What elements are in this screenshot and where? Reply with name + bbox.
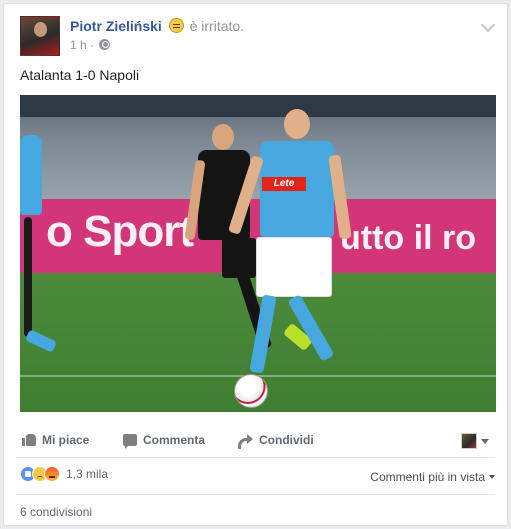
action-bar: Mi piace Commenta Condividi	[16, 427, 495, 453]
angry-reaction-icon	[44, 466, 60, 482]
caret-down-icon	[489, 475, 495, 479]
divider	[16, 457, 495, 458]
reactions-summary[interactable]: 1,3 mila	[20, 466, 108, 486]
chevron-down-icon[interactable]	[480, 17, 496, 33]
share-button[interactable]: Condividi	[238, 427, 314, 453]
author-line: Piotr Zieliński è irritato.	[70, 18, 244, 34]
comment-icon	[123, 434, 137, 449]
author-name[interactable]: Piotr Zieliński	[70, 18, 162, 34]
comment-sort-label: Commenti più in vista	[370, 470, 485, 484]
comment-button[interactable]: Commenta	[123, 427, 205, 453]
shirt-sponsor-logo: Lete	[262, 177, 306, 191]
player-left-edge	[20, 135, 58, 375]
like-button[interactable]: Mi piace	[22, 427, 89, 453]
annoyed-emoji-icon	[168, 18, 184, 33]
comment-label: Commenta	[143, 433, 206, 447]
share-icon	[238, 434, 253, 449]
meta-separator: ·	[90, 38, 95, 52]
thumbs-up-icon	[22, 433, 36, 446]
divider	[16, 494, 495, 495]
comment-sort-dropdown[interactable]: Commenti più in vista	[370, 470, 495, 484]
post-header: Piotr Zieliński è irritato. 1 h ·	[20, 16, 496, 56]
post-photo[interactable]: o Sport utto il ro Lete	[20, 95, 496, 412]
author-avatar[interactable]	[20, 16, 60, 56]
board-text-right: utto il ro	[340, 219, 476, 257]
globe-icon[interactable]	[99, 39, 111, 50]
post-meta: 1 h ·	[70, 38, 111, 52]
caret-down-icon[interactable]	[481, 439, 489, 444]
timestamp[interactable]: 1 h	[70, 38, 87, 52]
reaction-count: 1,3 mila	[66, 467, 109, 481]
player-napoli	[220, 107, 352, 407]
post-card: Piotr Zieliński è irritato. 1 h · Atalan…	[3, 3, 508, 526]
like-label: Mi piace	[42, 433, 90, 447]
board-text-left: o Sport	[46, 207, 194, 256]
viewer-avatar[interactable]	[461, 433, 477, 449]
share-label: Condividi	[259, 433, 314, 447]
share-count[interactable]: 6 condivisioni	[20, 505, 92, 519]
football	[234, 374, 268, 408]
post-text: Atalanta 1-0 Napoli	[20, 67, 140, 83]
feeling-text: è irritato.	[189, 18, 245, 34]
